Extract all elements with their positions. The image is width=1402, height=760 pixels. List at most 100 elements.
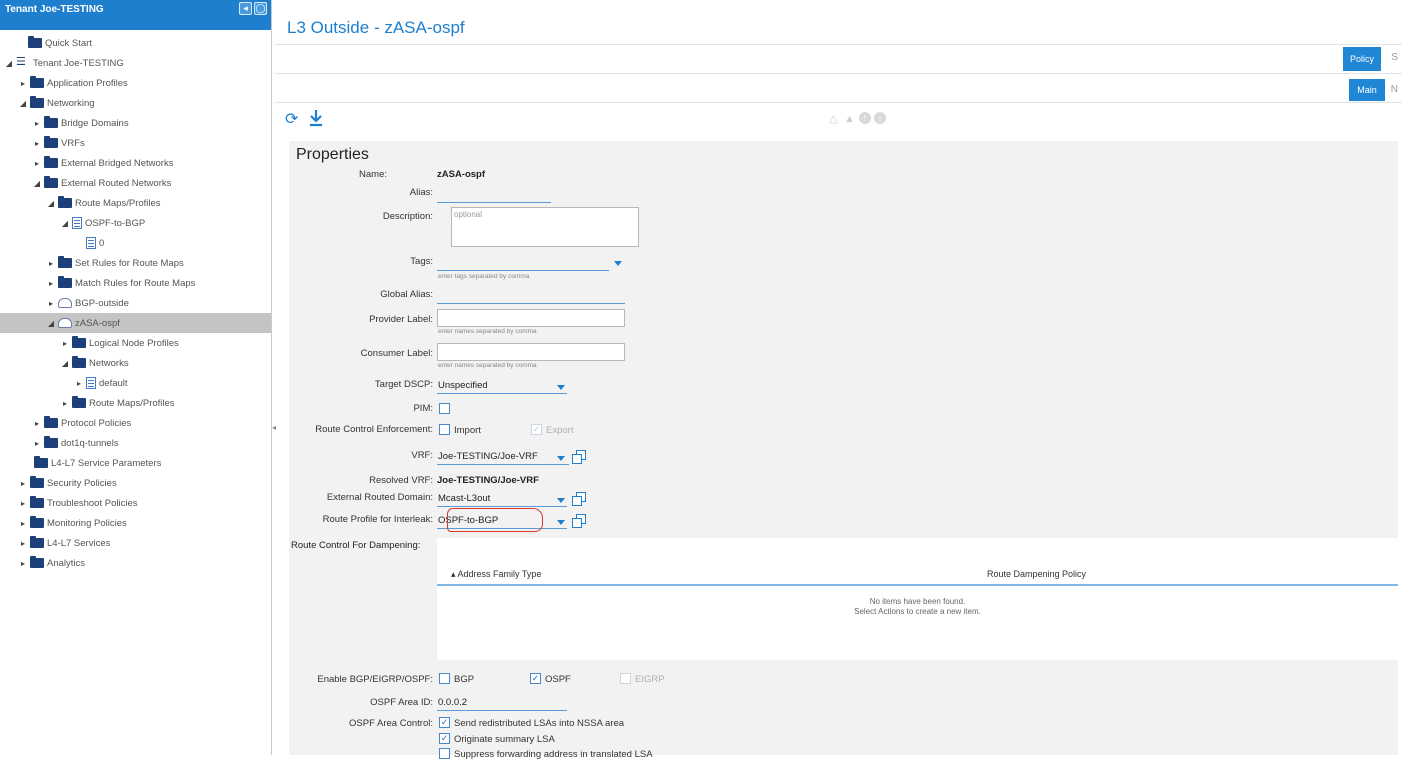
chevron-down-icon[interactable] — [557, 498, 565, 503]
pim-checkbox[interactable] — [439, 403, 450, 414]
collapsed-arrow-icon[interactable]: ▸ — [32, 419, 42, 428]
expanded-arrow-icon[interactable]: ◢ — [46, 199, 56, 208]
tree-item-external-bridged-networks[interactable]: ▸ External Bridged Networks — [0, 153, 271, 173]
warning-outline-icon[interactable]: △ — [827, 112, 840, 125]
expanded-arrow-icon[interactable]: ◢ — [60, 359, 70, 368]
collapsed-arrow-icon[interactable]: ▸ — [32, 439, 42, 448]
open-vrf-icon[interactable] — [572, 450, 586, 464]
tree-item-default[interactable]: ▸ default — [0, 373, 271, 393]
settings-icon[interactable]: ◯ — [254, 2, 267, 15]
tab-n[interactable]: N — [1391, 84, 1398, 95]
tree-item-tenant[interactable]: ◢ Tenant Joe-TESTING — [0, 53, 271, 73]
originate-summary-checkbox[interactable]: ✓ — [439, 733, 450, 744]
chevron-down-icon[interactable] — [614, 261, 622, 266]
collapsed-arrow-icon[interactable]: ▸ — [32, 159, 42, 168]
warning-icon[interactable]: ▲ — [843, 112, 856, 125]
notice-icon[interactable]: i — [874, 112, 886, 124]
consumer-label-field[interactable] — [437, 343, 625, 361]
suppress-fa-checkbox[interactable] — [439, 748, 450, 759]
collapsed-arrow-icon[interactable]: ▸ — [18, 479, 28, 488]
collapsed-arrow-icon[interactable]: ▸ — [18, 79, 28, 88]
collapsed-arrow-icon[interactable]: ▸ — [60, 399, 70, 408]
provider-label: Provider Label: — [369, 314, 433, 325]
chevron-down-icon[interactable] — [557, 385, 565, 390]
chevron-down-icon[interactable] — [557, 456, 565, 461]
tree-item-set-rules[interactable]: ▸ Set Rules for Route Maps — [0, 253, 271, 273]
download-icon[interactable] — [308, 108, 324, 128]
refresh-icon[interactable]: ⟳ — [285, 112, 298, 128]
expanded-arrow-icon[interactable]: ◢ — [60, 219, 70, 228]
global-alias-field[interactable] — [437, 284, 625, 304]
tree-item-zasa-ospf[interactable]: ◢ zASA-ospf — [0, 313, 271, 333]
area-id-field[interactable]: 0.0.0.2 — [437, 691, 567, 711]
collapsed-arrow-icon[interactable]: ▸ — [46, 299, 56, 308]
description-field[interactable]: optional — [451, 207, 639, 247]
fault-counters: △ ▲ ! i — [827, 112, 886, 125]
tree-item-l4-l7-service-parameters[interactable]: L4-L7 Service Parameters — [0, 453, 271, 473]
tree-item-bridge-domains[interactable]: ▸ Bridge Domains — [0, 113, 271, 133]
column-address-family[interactable]: ▴ Address Family Type — [451, 569, 541, 580]
folder-icon — [30, 96, 44, 108]
tags-label: Tags: — [410, 256, 433, 267]
tree-item-match-rules[interactable]: ▸ Match Rules for Route Maps — [0, 273, 271, 293]
column-dampening-policy[interactable]: Route Dampening Policy — [987, 569, 1086, 579]
target-dscp-select[interactable]: Unspecified — [437, 374, 567, 394]
tree-item-route-maps-profiles-2[interactable]: ▸ Route Maps/Profiles — [0, 393, 271, 413]
tree-item-protocol-policies[interactable]: ▸ Protocol Policies — [0, 413, 271, 433]
info-icon[interactable]: ! — [859, 112, 871, 124]
tree-item-ospf-to-bgp[interactable]: ◢ OSPF-to-BGP — [0, 213, 271, 233]
tab-s[interactable]: S — [1391, 52, 1398, 63]
open-domain-icon[interactable] — [572, 492, 586, 506]
resolved-vrf-label: Resolved VRF: — [369, 475, 433, 486]
eigrp-checkbox — [620, 673, 631, 684]
provider-label-field[interactable] — [437, 309, 625, 327]
alias-field[interactable] — [437, 183, 551, 203]
collapsed-arrow-icon[interactable]: ▸ — [18, 539, 28, 548]
tree-item-bgp-outside[interactable]: ▸ BGP-outside — [0, 293, 271, 313]
tree-item-external-routed-networks[interactable]: ◢ External Routed Networks — [0, 173, 271, 193]
collapsed-arrow-icon[interactable]: ▸ — [32, 119, 42, 128]
expanded-arrow-icon[interactable]: ◢ — [4, 59, 14, 68]
bgp-checkbox[interactable] — [439, 673, 450, 684]
send-redistributed-checkbox[interactable]: ✓ — [439, 717, 450, 728]
collapsed-arrow-icon[interactable]: ▸ — [60, 339, 70, 348]
vrf-select[interactable]: Joe-TESTING/Joe-VRF — [437, 445, 569, 465]
tree-item-networking[interactable]: ◢ Networking — [0, 93, 271, 113]
tab-main[interactable]: Main — [1349, 79, 1385, 101]
open-route-profile-icon[interactable] — [572, 514, 586, 528]
collapsed-arrow-icon[interactable]: ▸ — [18, 559, 28, 568]
navigation-sidebar: Tenant Joe-TESTING ◂ ◯ Quick Start ◢ Ten… — [0, 0, 272, 755]
tree-item-monitoring-policies[interactable]: ▸ Monitoring Policies — [0, 513, 271, 533]
tree-item-analytics[interactable]: ▸ Analytics — [0, 553, 271, 573]
collapse-icon[interactable]: ◂ — [239, 2, 252, 15]
ospf-checkbox[interactable]: ✓ — [530, 673, 541, 684]
tree-item-dot1q-tunnels[interactable]: ▸ dot1q-tunnels — [0, 433, 271, 453]
tree-item-security-policies[interactable]: ▸ Security Policies — [0, 473, 271, 493]
expanded-arrow-icon[interactable]: ◢ — [46, 319, 56, 328]
ext-domain-select[interactable]: Mcast-L3out — [437, 487, 567, 507]
properties-panel: Properties Name: zASA-ospf Alias: Descri… — [289, 141, 1398, 760]
collapsed-arrow-icon[interactable]: ▸ — [18, 519, 28, 528]
tree-item-l4-l7-services[interactable]: ▸ L4-L7 Services — [0, 533, 271, 553]
tree-item-0[interactable]: 0 — [0, 233, 271, 253]
tree-item-quick-start[interactable]: Quick Start — [0, 33, 271, 53]
collapsed-arrow-icon[interactable]: ▸ — [18, 499, 28, 508]
collapsed-arrow-icon[interactable]: ▸ — [46, 259, 56, 268]
collapsed-arrow-icon[interactable]: ▸ — [46, 279, 56, 288]
expanded-arrow-icon[interactable]: ◢ — [18, 99, 28, 108]
expanded-arrow-icon[interactable]: ◢ — [32, 179, 42, 188]
collapsed-arrow-icon[interactable]: ▸ — [32, 139, 42, 148]
tree-item-logical-node-profiles[interactable]: ▸ Logical Node Profiles — [0, 333, 271, 353]
tree-item-networks[interactable]: ◢ Networks — [0, 353, 271, 373]
import-label: Import — [454, 425, 481, 436]
tree-item-vrfs[interactable]: ▸ VRFs — [0, 133, 271, 153]
collapsed-arrow-icon[interactable]: ▸ — [74, 379, 84, 388]
tree-item-route-maps-profiles[interactable]: ◢ Route Maps/Profiles — [0, 193, 271, 213]
chevron-down-icon[interactable] — [557, 520, 565, 525]
tab-policy[interactable]: Policy — [1343, 47, 1381, 71]
import-checkbox[interactable] — [439, 424, 450, 435]
tree-item-troubleshoot-policies[interactable]: ▸ Troubleshoot Policies — [0, 493, 271, 513]
tree-item-application-profiles[interactable]: ▸ Application Profiles — [0, 73, 271, 93]
tags-field[interactable] — [437, 251, 609, 271]
sidebar-header: Tenant Joe-TESTING ◂ ◯ — [0, 0, 271, 30]
